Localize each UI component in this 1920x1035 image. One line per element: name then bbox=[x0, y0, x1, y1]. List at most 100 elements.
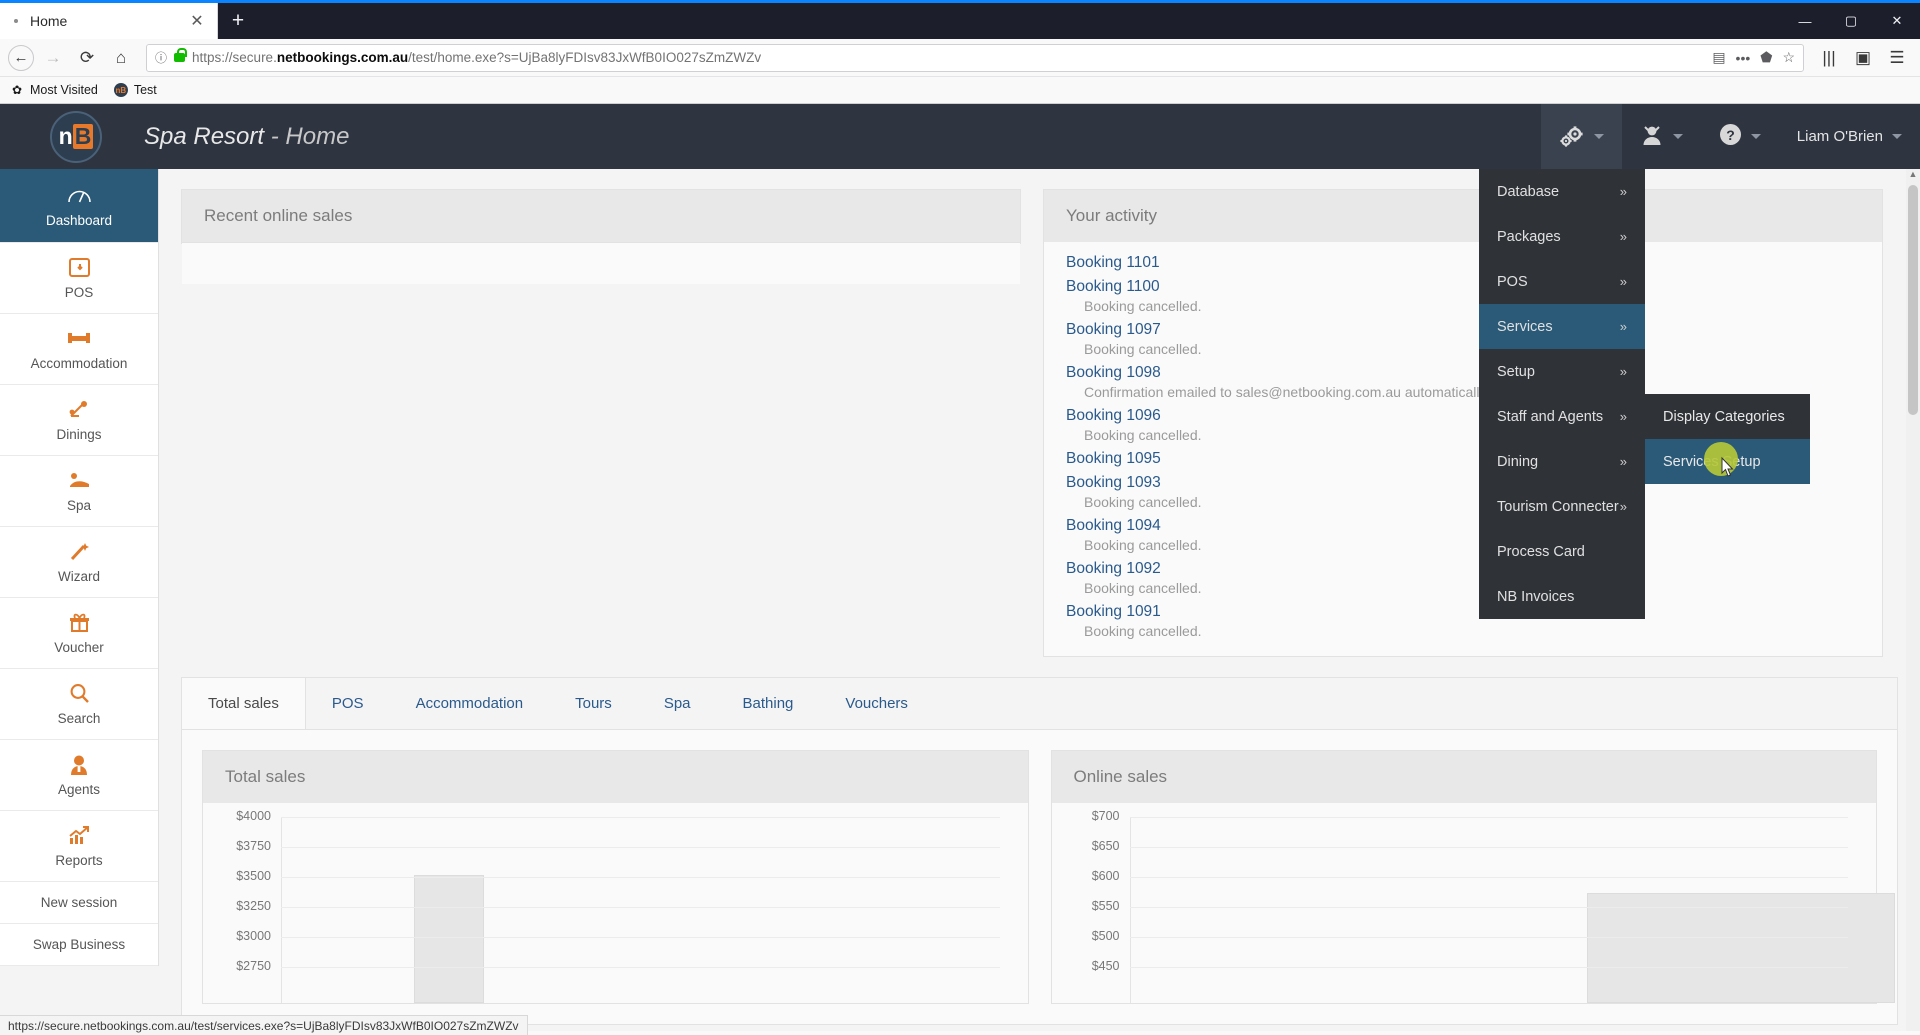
tab-vouchers[interactable]: Vouchers bbox=[819, 678, 934, 729]
sidebar-item-label: Search bbox=[57, 711, 101, 726]
total-sales-chart-card: Total sales $4000 $3750 $3500 $3250 $300… bbox=[202, 750, 1029, 1004]
list-item[interactable]: Booking 1101 bbox=[1066, 250, 1860, 274]
forward-icon[interactable]: → bbox=[38, 43, 68, 73]
pocket-icon[interactable]: ⬟ bbox=[1760, 49, 1772, 66]
menu-item-tourism-connecter[interactable]: Tourism Connecter » bbox=[1479, 484, 1645, 529]
menu-item-label: Packages bbox=[1497, 228, 1561, 245]
tab-indicator-dot bbox=[14, 19, 18, 23]
menu-item-nb-invoices[interactable]: NB Invoices bbox=[1479, 574, 1645, 619]
address-bar[interactable]: ⓘ https://secure.netbookings.com.au/test… bbox=[146, 43, 1804, 72]
home-icon[interactable]: ⌂ bbox=[106, 43, 136, 73]
menu-item-services[interactable]: Services » bbox=[1479, 304, 1645, 349]
sidebar-item-pos[interactable]: POS bbox=[0, 243, 158, 314]
menu-item-staff-and-agents[interactable]: Staff and Agents » bbox=[1479, 394, 1645, 439]
panel-title: Your activity bbox=[1044, 190, 1882, 242]
url-scheme: https:// bbox=[192, 50, 233, 65]
panel-title: Recent online sales bbox=[182, 190, 1020, 242]
help-menu-button[interactable]: ? bbox=[1701, 104, 1779, 169]
axis-row: $500 bbox=[1052, 929, 1859, 967]
window-close-icon[interactable]: ✕ bbox=[1874, 13, 1920, 29]
sidebar-item-reports[interactable]: Reports bbox=[0, 811, 158, 882]
menu-item-pos[interactable]: POS » bbox=[1479, 259, 1645, 304]
axis-row: $3500 bbox=[203, 869, 1010, 907]
sidebar-item-accommodation[interactable]: Accommodation bbox=[0, 314, 158, 385]
total-sales-chart: $4000 $3750 $3500 $3250 $3000 $2750 bbox=[203, 803, 1028, 1003]
tab-spa[interactable]: Spa bbox=[638, 678, 717, 729]
list-item[interactable]: Booking 1091 bbox=[1066, 599, 1860, 623]
chevron-right-icon: » bbox=[1619, 364, 1627, 379]
window-controls: — ▢ ✕ bbox=[1782, 3, 1920, 39]
sidebar-item-voucher[interactable]: Voucher bbox=[0, 598, 158, 669]
sidebar-item-wizard[interactable]: Wizard bbox=[0, 527, 158, 598]
menu-item-process-card[interactable]: Process Card bbox=[1479, 529, 1645, 574]
nb-favicon-icon: nB bbox=[113, 83, 128, 97]
tab-pos[interactable]: POS bbox=[306, 678, 390, 729]
list-item[interactable]: Booking 1097 bbox=[1066, 317, 1860, 341]
navigation-toolbar: ← → ⟳ ⌂ ⓘ https://secure.netbookings.com… bbox=[0, 39, 1920, 77]
sidebar-item-label: Reports bbox=[55, 853, 103, 868]
tab-tours[interactable]: Tours bbox=[549, 678, 638, 729]
more-icon[interactable]: ••• bbox=[1736, 50, 1751, 66]
sidebar-item-spa[interactable]: Spa bbox=[0, 456, 158, 527]
bookmark-most-visited[interactable]: ✿ Most Visited bbox=[10, 83, 98, 97]
menu-item-packages[interactable]: Packages » bbox=[1479, 214, 1645, 259]
scroll-up-icon[interactable]: ▲ bbox=[1906, 169, 1920, 183]
bookmark-label: Most Visited bbox=[30, 83, 98, 97]
sidebar-item-agents[interactable]: Agents bbox=[0, 740, 158, 811]
reload-icon[interactable]: ⟳ bbox=[72, 43, 102, 73]
new-tab-button[interactable]: + bbox=[218, 3, 258, 39]
page-info-icon[interactable]: ⓘ bbox=[155, 49, 167, 66]
sidebar-item-label: Swap Business bbox=[32, 937, 126, 952]
question-icon: ? bbox=[1719, 123, 1742, 150]
bookmark-test[interactable]: nB Test bbox=[113, 83, 157, 97]
svg-text:?: ? bbox=[1726, 127, 1735, 143]
sidebar-item-label: Spa bbox=[66, 498, 92, 513]
browser-tab[interactable]: Home ✕ bbox=[0, 3, 218, 39]
tab-accommodation[interactable]: Accommodation bbox=[390, 678, 550, 729]
sidebar-item-search[interactable]: Search bbox=[0, 669, 158, 740]
sidebar-item-swap-business[interactable]: Swap Business bbox=[0, 924, 158, 966]
sidebar-item-dinings[interactable]: Dinings bbox=[0, 385, 158, 456]
tab-bar: Total sales POS Accommodation Tours Spa … bbox=[182, 678, 1897, 730]
axis-row: $4000 bbox=[203, 809, 1010, 847]
list-item[interactable]: Booking 1094 bbox=[1066, 513, 1860, 537]
library-icon[interactable]: ||| bbox=[1814, 43, 1844, 73]
sidebar-item-dashboard[interactable]: Dashboard bbox=[0, 169, 158, 243]
reader-icon[interactable]: ▤ bbox=[1712, 49, 1725, 66]
settings-menu-button[interactable] bbox=[1540, 104, 1622, 169]
submenu-item-services-setup[interactable]: Services Setup bbox=[1645, 439, 1810, 484]
menu-icon[interactable]: ☰ bbox=[1882, 43, 1912, 73]
close-icon[interactable]: ✕ bbox=[187, 11, 207, 31]
sidebar-icon[interactable]: ▣ bbox=[1848, 43, 1878, 73]
bookmark-star-icon[interactable]: ☆ bbox=[1782, 49, 1795, 66]
chevron-right-icon: » bbox=[1619, 229, 1627, 244]
menu-item-database[interactable]: Database » bbox=[1479, 169, 1645, 214]
axis-tick-label: $550 bbox=[1091, 899, 1120, 913]
gear-icon: ✿ bbox=[11, 83, 23, 97]
back-icon[interactable]: ← bbox=[8, 44, 34, 71]
gridline bbox=[1129, 877, 1848, 878]
sidebar-nav: Dashboard POS Accommodation Dinings Spa … bbox=[0, 169, 159, 966]
maximize-icon[interactable]: ▢ bbox=[1828, 13, 1874, 29]
tab-bathing[interactable]: Bathing bbox=[717, 678, 820, 729]
scrollbar-thumb[interactable] bbox=[1908, 185, 1918, 415]
minimize-icon[interactable]: — bbox=[1782, 14, 1828, 29]
list-item[interactable]: Booking 1092 bbox=[1066, 556, 1860, 580]
menu-item-dining[interactable]: Dining » bbox=[1479, 439, 1645, 484]
list-item[interactable]: Booking 1100 bbox=[1066, 274, 1860, 298]
page-title: Spa Resort - Home bbox=[144, 123, 349, 151]
axis-tick-label: $700 bbox=[1091, 809, 1120, 823]
sidebar-item-new-session[interactable]: New session bbox=[0, 882, 158, 924]
sidebar-item-label: POS bbox=[64, 285, 94, 300]
menu-item-setup[interactable]: Setup » bbox=[1479, 349, 1645, 394]
submenu-item-label: Services Setup bbox=[1663, 453, 1761, 470]
list-item[interactable]: Booking 1098 bbox=[1066, 360, 1860, 384]
user-menu-button[interactable]: Liam O'Brien bbox=[1779, 104, 1920, 169]
gridline bbox=[1129, 937, 1848, 938]
tab-total-sales[interactable]: Total sales bbox=[182, 678, 306, 729]
staff-menu-button[interactable] bbox=[1622, 104, 1701, 169]
sidebar-item-label: Agents bbox=[57, 782, 101, 797]
gears-icon bbox=[1559, 125, 1585, 149]
page-scrollbar[interactable]: ▲ bbox=[1906, 169, 1920, 1031]
submenu-item-display-categories[interactable]: Display Categories bbox=[1645, 394, 1810, 439]
